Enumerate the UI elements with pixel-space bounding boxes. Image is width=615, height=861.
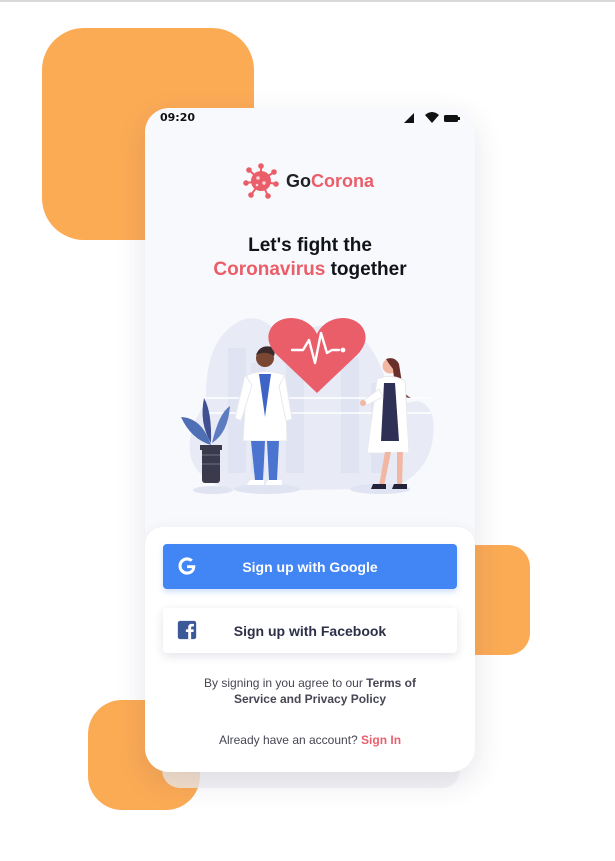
title-line-2: Coronavirus together (145, 258, 475, 282)
battery-tip (458, 117, 460, 120)
google-signup-label: Sign up with Google (242, 558, 378, 575)
auth-sheet: Sign up with Google Sign up with Faceboo… (145, 527, 475, 772)
google-icon (178, 557, 196, 575)
wifi-icon (425, 112, 439, 123)
facebook-signup-label: Sign up with Facebook (233, 622, 387, 639)
facebook-icon (177, 620, 197, 640)
google-signup-button[interactable]: Sign up with Google (163, 544, 457, 589)
title-rest: together (325, 259, 407, 280)
status-time: 09:20 (160, 111, 196, 124)
signin-prompt-text: Already have an account? (218, 733, 358, 747)
doctors-heart-illustration (181, 318, 434, 494)
app-showcase: 09:20 GoCorona Let's fight the Coronavir… (0, 0, 615, 861)
battery-icon (444, 115, 458, 122)
app-logo: GoCorona (243, 163, 383, 201)
signin-link[interactable]: Sign In (361, 733, 401, 747)
phone-frame: 09:20 GoCorona Let's fight the Coronavir… (145, 108, 475, 772)
app-name: GoCorona (286, 171, 374, 192)
status-icons (404, 112, 460, 123)
signin-prompt: Already have an account? Sign In (145, 733, 475, 747)
logo-suffix: Corona (311, 171, 374, 191)
logo-prefix: Go (286, 171, 311, 191)
page-title: Let's fight the Coronavirus together (145, 234, 475, 282)
virus-icon (243, 163, 279, 199)
terms-notice: By signing in you agree to our Terms of … (185, 675, 435, 707)
title-accent: Coronavirus (213, 259, 326, 280)
title-line-1: Let's fight the (248, 235, 372, 256)
top-divider (0, 0, 615, 2)
terms-prefix: By signing in you agree to our (204, 676, 363, 690)
signal-icon (404, 113, 414, 123)
status-bar: 09:20 (145, 108, 475, 128)
facebook-signup-button[interactable]: Sign up with Facebook (163, 608, 457, 653)
